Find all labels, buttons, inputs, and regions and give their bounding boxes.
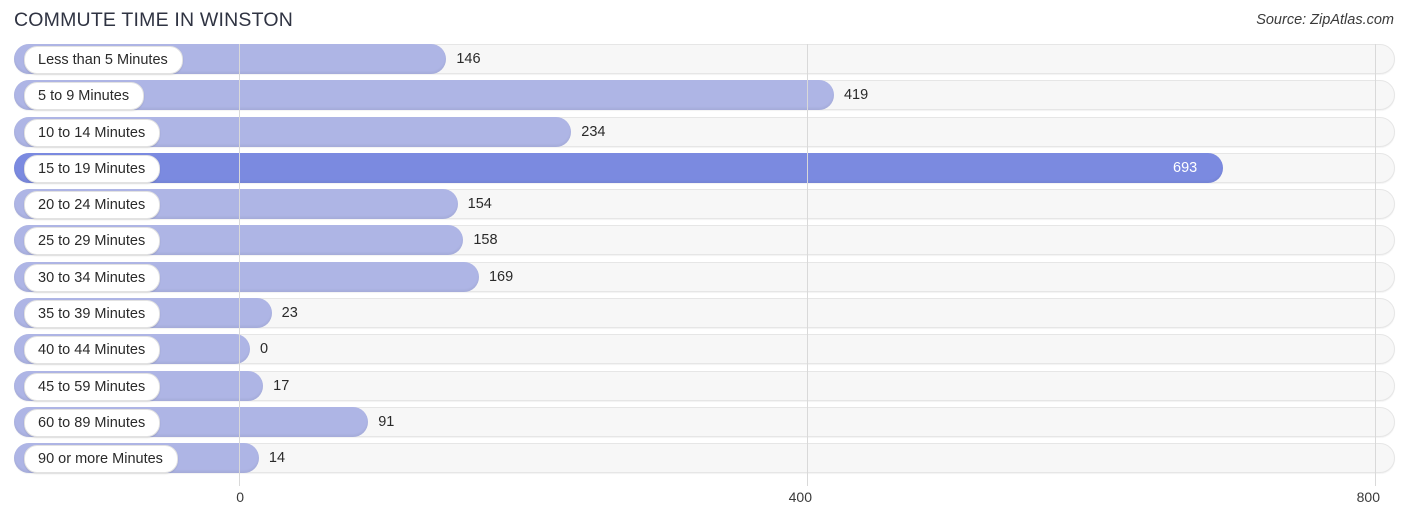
bar-row[interactable]: 60 to 89 Minutes 91 xyxy=(0,406,1406,437)
bar-row[interactable]: 40 to 44 Minutes 0 xyxy=(0,334,1406,365)
bar-row[interactable]: 90 or more Minutes 14 xyxy=(0,443,1406,474)
bar-rows: Less than 5 Minutes 146 5 to 9 Minutes 419 1… xyxy=(0,44,1406,480)
bar-row[interactable]: 10 to 14 Minutes 234 xyxy=(0,116,1406,147)
bar-category-label: 30 to 34 Minutes xyxy=(24,263,161,292)
bar-value-label: 17 xyxy=(273,377,290,394)
bar-category-label: 90 or more Minutes xyxy=(24,445,178,474)
bar-highlighted[interactable] xyxy=(14,152,1224,183)
bar-value-label: 158 xyxy=(473,232,498,249)
bar-row[interactable]: 30 to 34 Minutes 169 xyxy=(0,261,1406,292)
bar-value-label: 146 xyxy=(456,51,481,67)
bar-row[interactable]: 45 to 59 Minutes 17 xyxy=(0,370,1406,401)
bar-value-label: 419 xyxy=(843,87,869,104)
bar-category-label: 40 to 44 Minutes xyxy=(24,336,161,365)
bar-category-label: Less than 5 Minutes xyxy=(24,46,183,74)
bar-row[interactable]: 35 to 39 Minutes 23 xyxy=(0,298,1406,329)
x-tick-label: 400 xyxy=(788,489,812,505)
x-tick-label: 800 xyxy=(1356,489,1380,505)
bar-value-label: 91 xyxy=(378,413,395,430)
plot-area: Less than 5 Minutes 146 5 to 9 Minutes 419 1… xyxy=(0,44,1406,489)
bar-category-label: 20 to 24 Minutes xyxy=(24,191,161,220)
bar-category-label: 45 to 59 Minutes xyxy=(24,372,161,401)
bar-value-label: 0 xyxy=(260,341,269,358)
bar-value-label: 14 xyxy=(268,450,286,467)
bar-row[interactable]: Less than 5 Minutes 146 xyxy=(0,44,1406,74)
bar-category-label: 60 to 89 Minutes xyxy=(24,408,161,437)
bar-value-label: 23 xyxy=(281,305,298,322)
bar-row[interactable]: 25 to 29 Minutes 158 xyxy=(0,225,1406,256)
x-axis: 0 400 800 xyxy=(0,489,1406,523)
bar-category-label: 5 to 9 Minutes xyxy=(24,82,145,111)
bar-value-label: 169 xyxy=(488,268,514,285)
commute-time-bar-chart: COMMUTE TIME IN WINSTON Source: ZipAtlas… xyxy=(0,0,1406,523)
bar-category-label: 15 to 19 Minutes xyxy=(24,154,161,183)
x-tick-label: 0 xyxy=(236,489,244,505)
bar-category-label: 10 to 14 Minutes xyxy=(24,118,161,147)
bar-row[interactable]: 15 to 19 Minutes 693 xyxy=(0,152,1406,183)
bar-row[interactable]: 20 to 24 Minutes 154 xyxy=(0,189,1406,220)
source-attribution: Source: ZipAtlas.com xyxy=(1256,12,1394,28)
bar-value-label: 234 xyxy=(581,123,606,140)
bar-category-label: 35 to 39 Minutes xyxy=(24,300,161,329)
bar-row[interactable]: 5 to 9 Minutes 419 xyxy=(0,80,1406,111)
bar-value-label: 693 xyxy=(1173,159,1198,176)
page-title: COMMUTE TIME IN WINSTON xyxy=(14,9,294,31)
bar-category-label: 25 to 29 Minutes xyxy=(24,227,161,256)
bar-value-label: 154 xyxy=(467,196,492,213)
